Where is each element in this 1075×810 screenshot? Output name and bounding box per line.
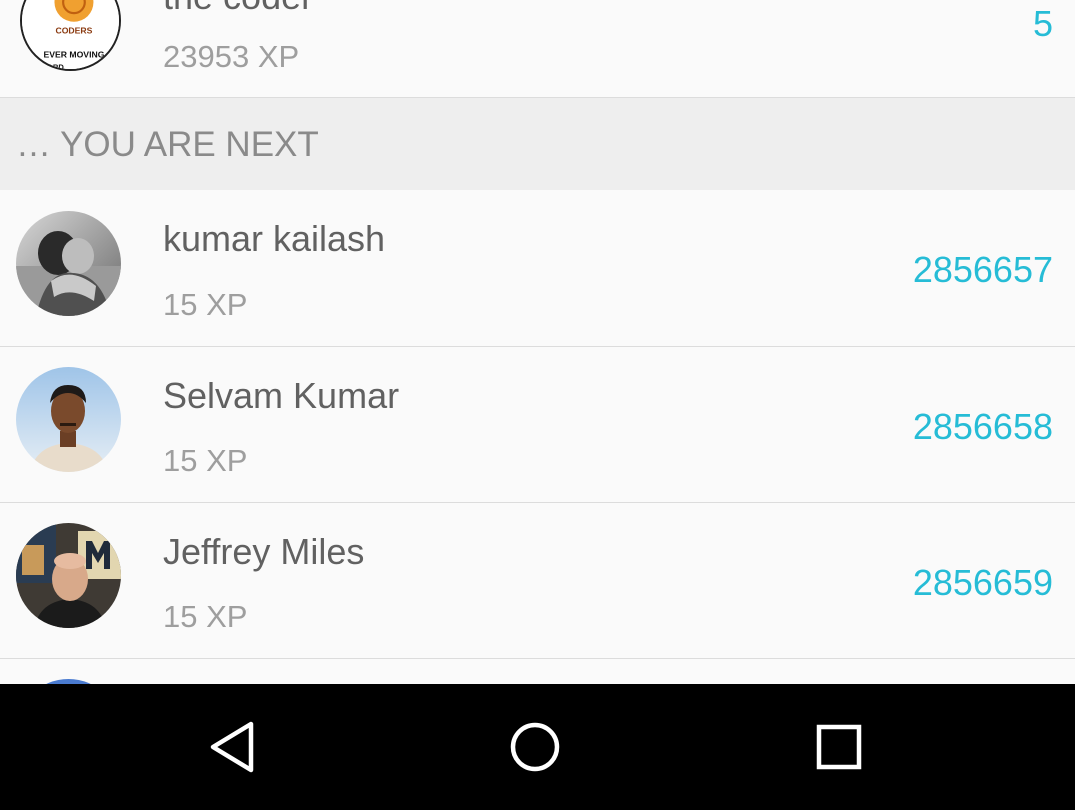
man-selfie-icon: [16, 523, 121, 628]
user-rank: 2856659: [912, 562, 1053, 603]
avatar: [16, 211, 121, 316]
user-xp: 23953 XP: [163, 39, 300, 74]
home-circle-icon: [510, 722, 560, 772]
leaderboard-row[interactable]: Selvam Kumar 15 XP 2856658: [0, 347, 1075, 503]
user-xp: 15 XP: [163, 443, 248, 478]
home-button[interactable]: [495, 708, 575, 788]
section-header-label: … YOU ARE NEXT: [16, 125, 319, 164]
user-name: Selvam Kumar: [163, 375, 400, 416]
user-name: kumar kailash: [163, 218, 386, 259]
back-button[interactable]: [195, 708, 275, 788]
section-header: … YOU ARE NEXT: [0, 98, 1075, 190]
user-rank: 5: [1032, 3, 1053, 44]
avatar: [16, 523, 121, 628]
back-triangle-icon: [210, 721, 254, 773]
user-rank: 2856657: [912, 249, 1053, 290]
man-portrait-icon: [16, 367, 121, 472]
badge-title: CODERS: [55, 26, 92, 36]
badge-tagline-2: WARD: [41, 62, 65, 71]
avatar: [16, 367, 121, 472]
user-xp: 15 XP: [163, 599, 248, 634]
user-name: the coder: [163, 0, 313, 18]
leaderboard-row-top[interactable]: CODERS EVER MOVING WARD the coder 23953 …: [0, 0, 1075, 98]
system-navigation-bar: [0, 684, 1075, 810]
recents-square-icon: [816, 724, 862, 770]
avatar: CODERS EVER MOVING WARD: [20, 0, 121, 71]
user-xp: 15 XP: [163, 287, 248, 322]
couple-photo-icon: [16, 211, 121, 316]
user-rank: 2856658: [912, 406, 1053, 447]
recents-button[interactable]: [799, 708, 879, 788]
badge-tagline: EVER MOVING: [43, 50, 104, 60]
coders-badge-icon: CODERS EVER MOVING WARD: [22, 0, 119, 71]
leaderboard-row[interactable]: Jeffrey Miles 15 XP 2856659: [0, 503, 1075, 659]
leaderboard-row[interactable]: kumar kailash 15 XP 2856657: [0, 190, 1075, 347]
user-name: Jeffrey Miles: [163, 531, 365, 572]
